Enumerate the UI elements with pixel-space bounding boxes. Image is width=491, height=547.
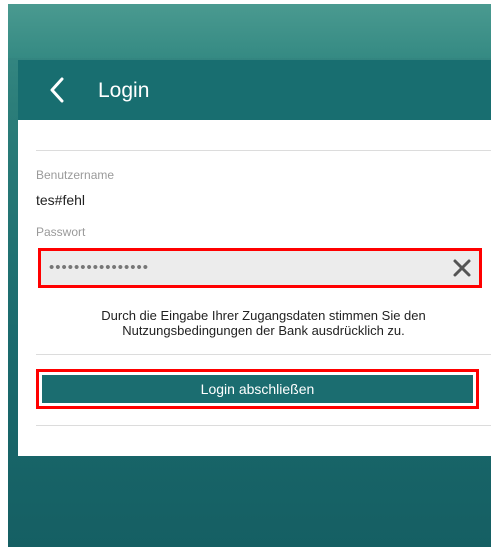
app-screen: Login Benutzername tes#fehl Passwort •••… [8,4,491,547]
divider [36,425,491,426]
divider [36,150,491,151]
username-field[interactable]: tes#fehl [36,192,85,208]
terms-line-2: Nutzungsbedingungen der Bank ausdrücklic… [122,323,405,338]
close-icon [453,259,471,277]
clear-password-button[interactable] [451,257,473,279]
terms-line-1: Durch die Eingabe Ihrer Zugangsdaten sti… [101,308,426,323]
login-submit-button[interactable]: Login abschließen [42,375,473,403]
submit-button-highlight: Login abschließen [36,369,479,409]
page-title: Login [98,79,150,102]
divider [36,354,491,355]
chevron-left-icon [50,77,64,103]
login-form: Benutzername tes#fehl Passwort •••••••••… [18,120,491,456]
password-label: Passwort [36,225,86,239]
password-field[interactable]: •••••••••••••••• [38,248,482,288]
back-button[interactable] [42,74,72,106]
status-bar [8,4,491,58]
username-label: Benutzername [36,168,115,182]
app-bar: Login [18,60,491,120]
terms-notice: Durch die Eingabe Ihrer Zugangsdaten sti… [36,308,491,338]
password-value: •••••••••••••••• [49,259,150,276]
